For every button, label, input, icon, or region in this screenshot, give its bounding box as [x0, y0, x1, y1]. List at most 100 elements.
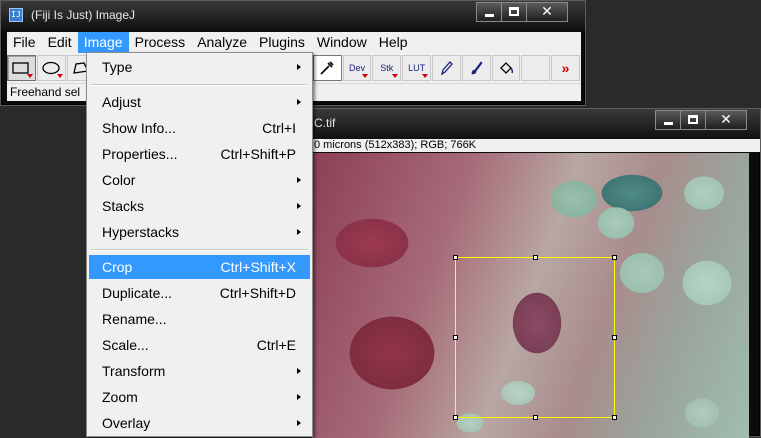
- menu-window[interactable]: Window: [311, 32, 373, 53]
- menu-item-hyperstacks[interactable]: Hyperstacks: [89, 220, 310, 244]
- oval-tool[interactable]: [36, 55, 66, 81]
- empty-tool-slot[interactable]: [521, 55, 551, 81]
- roi-handle[interactable]: [453, 335, 458, 340]
- menu-item-color[interactable]: Color: [89, 168, 310, 192]
- submenu-arrow-icon: [297, 394, 301, 400]
- menu-bar: File Edit Image Process Analyze Plugins …: [7, 32, 581, 53]
- submenu-arrow-icon: [297, 203, 301, 209]
- rectangle-selection[interactable]: [453, 255, 617, 420]
- pencil-tool[interactable]: [431, 55, 461, 81]
- rectangle-tool[interactable]: [7, 55, 36, 81]
- menu-item-shortcut: Ctrl+Shift+D: [219, 285, 296, 301]
- menu-help[interactable]: Help: [373, 32, 414, 53]
- close-icon: ✕: [720, 112, 732, 128]
- menu-item-zoom[interactable]: Zoom: [89, 385, 310, 409]
- menu-plugins[interactable]: Plugins: [253, 32, 311, 53]
- menu-item-label: Color: [102, 172, 136, 188]
- menu-item-label: Show Info...: [102, 120, 176, 136]
- image-window-title: C.tif: [314, 116, 336, 130]
- menu-item-transform[interactable]: Transform: [89, 359, 310, 383]
- main-title-bar[interactable]: IJ (Fiji Is Just) ImageJ ✕: [1, 1, 585, 31]
- close-button[interactable]: ✕: [526, 2, 568, 22]
- menu-item-overlay[interactable]: Overlay: [89, 411, 310, 435]
- maximize-icon: [509, 7, 519, 16]
- menu-item-label: Overlay: [102, 415, 151, 431]
- menu-file[interactable]: File: [7, 32, 42, 53]
- image-minimize-button[interactable]: [655, 110, 681, 130]
- submenu-arrow-icon: [297, 368, 301, 374]
- menu-item-adjust[interactable]: Adjust: [89, 90, 310, 114]
- submenu-arrow-icon: [297, 229, 301, 235]
- submenu-arrow-icon: [297, 64, 301, 70]
- menu-edit[interactable]: Edit: [42, 32, 78, 53]
- image-canvas[interactable]: [312, 153, 749, 438]
- roi-handle[interactable]: [612, 255, 617, 260]
- submenu-indicator: [56, 74, 63, 78]
- menu-separator: [91, 249, 308, 251]
- main-window-title: (Fiji Is Just) ImageJ: [31, 8, 136, 22]
- minimize-icon: [485, 14, 494, 17]
- brush-icon: [471, 61, 483, 75]
- roi-handle[interactable]: [533, 255, 538, 260]
- image-window: C.tif ✕ 0 microns (512x383); RGB; 766K: [311, 108, 761, 438]
- image-title-bar[interactable]: C.tif ✕: [312, 109, 760, 139]
- roi-handle[interactable]: [453, 415, 458, 420]
- submenu-arrow-icon: [297, 420, 301, 426]
- submenu-indicator: [421, 74, 428, 78]
- menu-item-label: Adjust: [102, 94, 141, 110]
- rectangle-icon: [12, 62, 30, 74]
- menu-item-rename[interactable]: Rename...: [89, 307, 310, 331]
- menu-item-crop[interactable]: Crop Ctrl+Shift+X: [89, 255, 310, 279]
- image-caption-buttons: ✕: [655, 110, 747, 130]
- menu-item-shortcut: Ctrl+E: [256, 337, 296, 353]
- menu-item-properties[interactable]: Properties... Ctrl+Shift+P: [89, 142, 310, 166]
- roi-handle[interactable]: [453, 255, 458, 260]
- menu-process[interactable]: Process: [129, 32, 192, 53]
- stk-tool[interactable]: Stk: [372, 55, 402, 81]
- close-icon: ✕: [541, 4, 553, 20]
- menu-item-shortcut: Ctrl+I: [262, 120, 296, 136]
- menu-item-show-info[interactable]: Show Info... Ctrl+I: [89, 116, 310, 140]
- menu-item-label: Rename...: [102, 311, 167, 327]
- menu-item-label: Duplicate...: [102, 285, 173, 301]
- dev-tool[interactable]: Dev: [342, 55, 372, 81]
- roi-handle[interactable]: [533, 415, 538, 420]
- lut-tool[interactable]: LUT: [402, 55, 431, 81]
- menu-image[interactable]: Image: [77, 32, 129, 53]
- submenu-arrow-icon: [297, 99, 301, 105]
- image-info-line: 0 microns (512x383); RGB; 766K: [312, 139, 760, 152]
- menu-item-type[interactable]: Type: [89, 55, 310, 79]
- more-tools-button[interactable]: »: [551, 55, 580, 81]
- roi-handle[interactable]: [612, 415, 617, 420]
- pencil-icon: [441, 61, 454, 76]
- menu-item-label: Hyperstacks: [102, 224, 180, 240]
- dev-label: Dev: [348, 63, 365, 73]
- image-close-button[interactable]: ✕: [705, 110, 747, 130]
- submenu-indicator: [26, 74, 33, 78]
- roi-handle[interactable]: [612, 335, 617, 340]
- image-maximize-button[interactable]: [680, 110, 706, 130]
- lut-label: LUT: [408, 63, 426, 73]
- eyedropper-icon: [320, 61, 334, 75]
- maximize-button[interactable]: [501, 2, 527, 22]
- menu-item-label: Crop: [102, 259, 133, 275]
- flood-fill-tool[interactable]: [491, 55, 521, 81]
- menu-item-duplicate[interactable]: Duplicate... Ctrl+Shift+D: [89, 281, 310, 305]
- menu-item-shortcut: Ctrl+Shift+X: [220, 259, 296, 275]
- menu-item-stacks[interactable]: Stacks: [89, 194, 310, 218]
- menu-item-label: Transform: [102, 363, 166, 379]
- image-dropdown-menu: Type Adjust Show Info... Ctrl+I Properti…: [86, 52, 313, 437]
- submenu-indicator: [392, 74, 399, 78]
- color-picker-tool[interactable]: [312, 55, 342, 81]
- paint-bucket-icon: [500, 62, 514, 74]
- menu-item-shortcut: Ctrl+Shift+P: [220, 146, 296, 162]
- menu-item-scale[interactable]: Scale... Ctrl+E: [89, 333, 310, 357]
- brush-tool[interactable]: [461, 55, 491, 81]
- menu-item-label: Type: [102, 59, 133, 75]
- minimize-button[interactable]: [476, 2, 502, 22]
- menu-analyze[interactable]: Analyze: [191, 32, 253, 53]
- imagej-app-icon: IJ: [9, 8, 23, 22]
- main-caption-buttons: ✕: [476, 2, 568, 22]
- submenu-indicator: [362, 74, 369, 78]
- more-tools-icon: »: [561, 60, 570, 76]
